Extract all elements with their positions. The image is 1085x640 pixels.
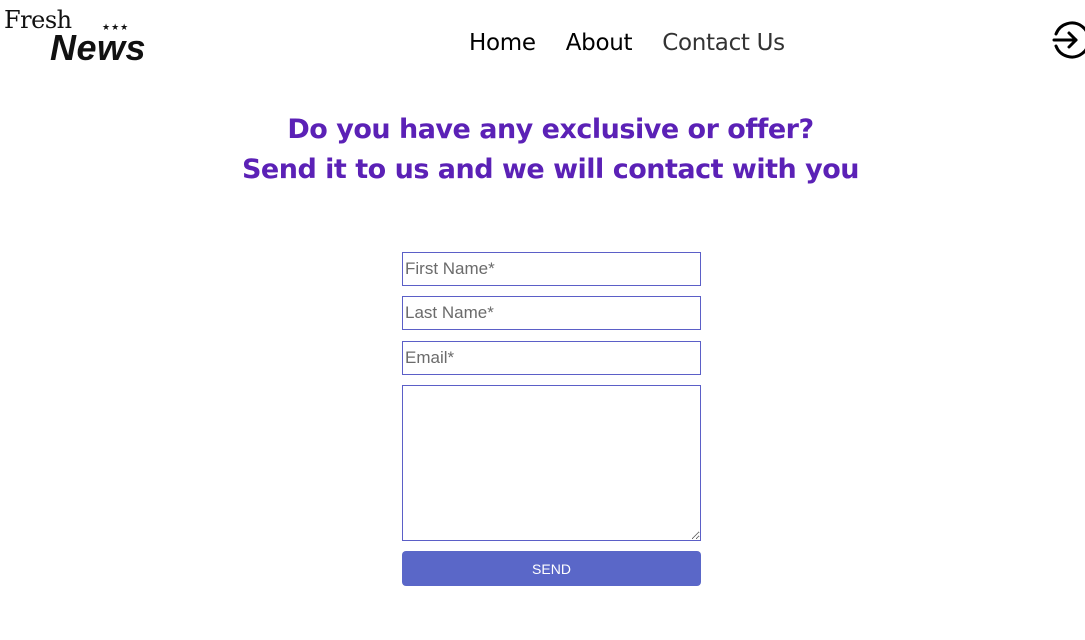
send-button[interactable]: SEND [402, 551, 701, 586]
main-nav: Home About Contact Us [469, 28, 785, 58]
headline-line-2: Send it to us and we will contact with y… [241, 154, 860, 185]
nav-contact-us[interactable]: Contact Us [662, 28, 785, 58]
login-button[interactable] [1051, 20, 1085, 60]
sign-in-icon [1052, 21, 1085, 59]
email-input[interactable] [402, 341, 701, 375]
first-name-input[interactable] [402, 252, 701, 286]
headline-line-1: Do you have any exclusive or offer? [287, 114, 814, 145]
nav-about[interactable]: About [566, 28, 633, 58]
contact-headline: Do you have any exclusive or offer? Send… [0, 110, 1085, 190]
logo-news-text: News [50, 27, 147, 68]
site-logo[interactable]: Fresh ★★★ News [4, 4, 164, 70]
nav-home[interactable]: Home [469, 28, 536, 58]
message-textarea[interactable] [402, 385, 701, 541]
last-name-input[interactable] [402, 296, 701, 330]
contact-page: Fresh ★★★ News Home About Contact Us Do … [0, 0, 1085, 640]
contact-form: SEND [402, 252, 701, 586]
